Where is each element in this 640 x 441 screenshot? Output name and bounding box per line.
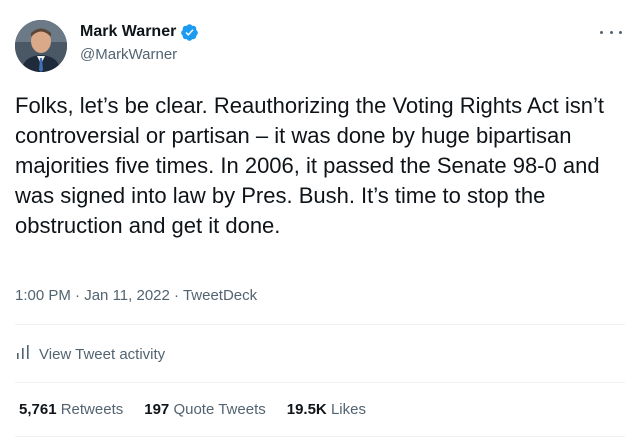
likes-label: Likes [330,401,366,418]
quote-tweets-label: Quote Tweets [173,401,266,418]
avatar[interactable] [15,20,67,72]
quote-tweets-count: 197 [144,401,170,418]
tweet-card: Mark Warner @MarkWarner Folks, let’s be … [0,0,640,441]
more-options-icon[interactable] [600,24,622,40]
divider [15,436,625,437]
likes-stat[interactable]: 19.5K Likes [287,400,366,420]
bar-chart-icon [15,344,31,366]
meta-separator: · [174,287,180,304]
tweet-time[interactable]: 1:00 PM [15,287,71,304]
tweet-meta: 1:00 PM · Jan 11, 2022 · TweetDeck [15,286,257,306]
retweets-label: Retweets [60,401,124,418]
retweets-stat[interactable]: 5,761 Retweets [19,400,123,420]
divider [15,324,625,325]
retweets-count: 5,761 [19,401,57,418]
tweet-date[interactable]: Jan 11, 2022 [84,287,170,304]
author-display-name[interactable]: Mark Warner [80,22,176,42]
engagement-stats: 5,761 Retweets 197 Quote Tweets 19.5K Li… [19,400,366,420]
author-name-row: Mark Warner [80,22,199,42]
view-tweet-activity-label: View Tweet activity [39,346,166,363]
author-handle[interactable]: @MarkWarner [80,45,177,65]
tweet-source[interactable]: TweetDeck [183,287,257,304]
likes-count: 19.5K [286,401,327,418]
divider [15,382,625,383]
quote-tweets-stat[interactable]: 197 Quote Tweets [144,400,265,420]
avatar-image [15,20,67,72]
view-tweet-activity-link[interactable]: View Tweet activity [15,344,165,366]
tweet-text: Folks, let’s be clear. Reauthorizing the… [15,93,605,238]
verified-badge-icon [180,23,199,42]
meta-separator: · [75,287,81,304]
